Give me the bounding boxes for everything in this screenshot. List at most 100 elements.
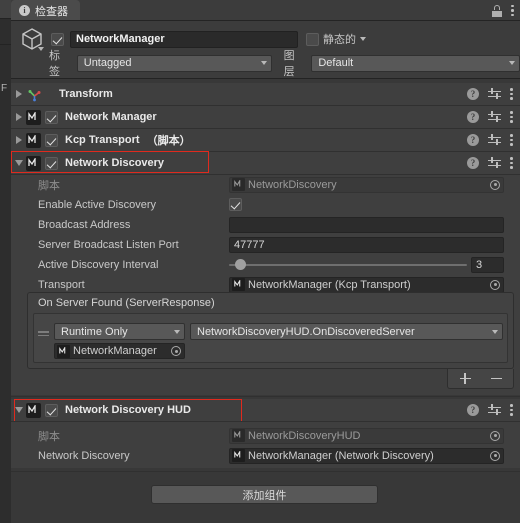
left-gutter-divider-2	[0, 44, 11, 45]
object-picker-icon[interactable]	[490, 450, 500, 461]
slider-track	[229, 263, 467, 266]
mirror-script-icon	[232, 178, 245, 191]
help-icon[interactable]: ?	[467, 157, 479, 169]
inspector-tabbar: i 检查器	[11, 0, 520, 21]
tag-dropdown[interactable]: Untagged	[76, 54, 272, 72]
event-entry-mode-dropdown[interactable]: Runtime Only	[54, 323, 185, 340]
property-row-hud-network-discovery: Network Discovery NetworkManager (Networ…	[11, 446, 520, 465]
inspector-window: F i 检查器 NetworkManager 静态的 标签 Untagged 图…	[0, 0, 520, 523]
component-header-kcp-transport[interactable]: Kcp Transport （脚本） ?	[11, 129, 520, 151]
network-manager-enabled-checkbox[interactable]	[45, 110, 58, 124]
cube-icon[interactable]	[18, 25, 46, 53]
remove-event-button[interactable]	[490, 373, 502, 384]
script-value: NetworkDiscovery	[248, 178, 337, 191]
transport-value: NetworkManager (Kcp Transport)	[248, 278, 411, 291]
event-entry-drag-handle[interactable]	[38, 331, 49, 336]
component-header-network-manager[interactable]: Network Manager ?	[11, 106, 520, 128]
preset-sliders-icon[interactable]	[488, 157, 501, 169]
gameobject-header: NetworkManager 静态的 标签 Untagged 图层 Defaul…	[11, 21, 520, 78]
gameobject-name-row: NetworkManager 静态的	[11, 28, 520, 51]
kebab-menu-icon[interactable]	[510, 157, 513, 169]
help-icon[interactable]: ?	[467, 134, 479, 146]
component-header-network-discovery[interactable]: Network Discovery ?	[11, 152, 520, 174]
mirror-script-icon	[232, 449, 245, 462]
network-discovery-enabled-checkbox[interactable]	[45, 156, 58, 170]
tab-inspector[interactable]: i 检查器	[11, 0, 80, 21]
transform-row-actions: ?	[467, 88, 520, 100]
network-discovery-hud-row-actions: ?	[467, 404, 520, 416]
layer-dropdown[interactable]: Default	[311, 54, 520, 72]
on-server-found-title: On Server Found (ServerResponse)	[38, 297, 215, 309]
layer-value: Default	[318, 57, 354, 69]
kebab-menu-icon[interactable]	[510, 111, 513, 123]
network-discovery-hud-body: 脚本 NetworkDiscoveryHUD Network Discovery…	[11, 422, 520, 468]
component-name-transform: Transform	[59, 88, 113, 100]
enable-active-discovery-checkbox[interactable]	[229, 198, 242, 211]
help-icon[interactable]: ?	[467, 111, 479, 123]
static-checkbox[interactable]	[306, 32, 319, 46]
behind-panel-letter: F	[1, 83, 8, 94]
network-manager-foldout-arrow[interactable]	[11, 113, 26, 121]
network-discovery-hud-foldout-arrow[interactable]	[11, 407, 26, 413]
left-gutter	[0, 0, 11, 523]
left-gutter-divider	[0, 18, 11, 19]
script-object-field: NetworkDiscovery	[229, 176, 504, 193]
object-picker-icon[interactable]	[171, 346, 181, 356]
static-dropdown-chevron-down-icon[interactable]	[360, 37, 366, 41]
component-header-transform[interactable]: Transform ?	[11, 83, 520, 105]
script-label: 脚本	[38, 179, 60, 192]
chevron-down-icon	[492, 329, 498, 334]
event-add-remove-footer	[447, 369, 514, 389]
object-picker-icon[interactable]	[490, 430, 500, 441]
broadcast-address-label: Broadcast Address	[38, 218, 131, 231]
preset-sliders-icon[interactable]	[488, 88, 501, 100]
gameobject-header-divider	[11, 78, 520, 79]
hud-script-object-field: NetworkDiscoveryHUD	[229, 427, 504, 444]
component-name-network-manager: Network Manager	[65, 111, 157, 123]
event-entry-mode-value: Runtime Only	[61, 325, 128, 338]
event-entry-target-object-field[interactable]: NetworkManager	[54, 343, 185, 359]
add-component-button[interactable]: 添加组件	[151, 485, 378, 504]
hud-network-discovery-object-field[interactable]: NetworkManager (Network Discovery)	[229, 447, 504, 464]
enable-active-discovery-label: Enable Active Discovery	[38, 198, 156, 211]
static-flags: 静态的	[306, 31, 366, 47]
kebab-menu-icon[interactable]	[510, 134, 513, 146]
active-discovery-interval-input[interactable]: 3	[471, 256, 504, 273]
network-discovery-row-actions: ?	[467, 157, 520, 169]
help-icon[interactable]: ?	[467, 88, 479, 100]
kebab-menu-icon[interactable]	[510, 404, 513, 416]
component-header-network-discovery-hud[interactable]: Network Discovery HUD ?	[11, 399, 520, 421]
preset-sliders-icon[interactable]	[488, 134, 501, 146]
broadcast-address-input[interactable]	[229, 216, 504, 233]
transport-object-field[interactable]: NetworkManager (Kcp Transport)	[229, 276, 504, 293]
hud-network-discovery-value: NetworkManager (Network Discovery)	[248, 449, 434, 462]
gameobject-enabled-checkbox[interactable]	[51, 32, 64, 46]
property-row-broadcast-address: Broadcast Address	[11, 215, 520, 234]
kebab-menu-icon[interactable]	[510, 88, 513, 100]
active-discovery-interval-label: Active Discovery Interval	[38, 258, 159, 271]
network-discovery-foldout-arrow[interactable]	[11, 160, 26, 166]
help-icon[interactable]: ?	[467, 404, 479, 416]
left-gutter-tab	[0, 0, 11, 18]
lock-icon[interactable]	[492, 4, 502, 17]
property-row-hud-script: 脚本 NetworkDiscoveryHUD	[11, 426, 520, 445]
add-event-button[interactable]	[459, 373, 471, 384]
gameobject-name-field[interactable]: NetworkManager	[70, 30, 298, 48]
object-picker-icon[interactable]	[490, 179, 500, 190]
transform-foldout-arrow[interactable]	[11, 90, 26, 98]
property-row-active-discovery-interval: Active Discovery Interval 3	[11, 255, 520, 274]
info-icon: i	[19, 5, 30, 16]
preset-sliders-icon[interactable]	[488, 404, 501, 416]
network-discovery-hud-enabled-checkbox[interactable]	[45, 403, 58, 417]
object-picker-icon[interactable]	[490, 279, 500, 290]
kebab-menu-icon[interactable]	[511, 4, 514, 17]
event-entry-function-dropdown[interactable]: NetworkDiscoveryHUD.OnDiscoveredServer	[190, 323, 503, 340]
active-discovery-interval-slider[interactable]	[229, 257, 467, 273]
kcp-transport-enabled-checkbox[interactable]	[45, 133, 58, 147]
property-row-script: 脚本 NetworkDiscovery	[11, 175, 520, 194]
component-name-network-discovery: Network Discovery	[65, 157, 165, 169]
kcp-transport-foldout-arrow[interactable]	[11, 136, 26, 144]
server-broadcast-listen-port-input[interactable]: 47777	[229, 236, 504, 253]
slider-handle[interactable]	[235, 259, 247, 270]
preset-sliders-icon[interactable]	[488, 111, 501, 123]
